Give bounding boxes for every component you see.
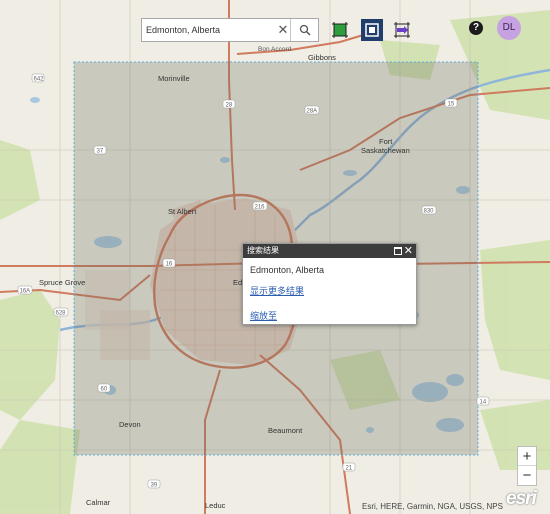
place-label-fort: Fort: [379, 137, 393, 146]
place-label-beaumont: Beaumont: [268, 426, 303, 435]
place-label-morinville: Morinville: [158, 74, 190, 83]
place-label-gibbons: Gibbons: [308, 53, 336, 62]
search-icon: [299, 24, 311, 36]
select-tool-button[interactable]: [331, 21, 349, 39]
place-label-bon-accord: Bon Accord: [258, 46, 292, 53]
place-label-saskatchewan: Saskatchewan: [361, 146, 410, 155]
zoom-to-link[interactable]: 缩放至: [250, 309, 277, 322]
move-tool-button[interactable]: [393, 21, 411, 39]
place-label-leduc: Leduc: [205, 501, 226, 510]
zoom-out-button[interactable]: −: [518, 466, 536, 485]
shield-28a: 28A: [307, 109, 318, 115]
maximize-icon[interactable]: [394, 247, 402, 255]
search-result-popup: 搜索结果 ✕ Edmonton, Alberta 显示更多结果 缩放至: [242, 243, 417, 325]
user-avatar[interactable]: DL: [497, 16, 521, 40]
move-tool-icon: [394, 22, 410, 38]
map-attribution: Esri, HERE, Garmin, NGA, USGS, NPS: [362, 502, 503, 511]
help-button[interactable]: ?: [469, 21, 483, 35]
shield-16a: 16A: [20, 289, 31, 295]
esri-logo: esri: [506, 488, 537, 509]
close-icon[interactable]: ✕: [404, 244, 413, 258]
shield-830: 830: [424, 209, 435, 215]
popup-header-title: 搜索结果: [247, 246, 279, 255]
shield-642: 642: [34, 77, 45, 83]
shield-16: 16: [166, 262, 173, 268]
search-button[interactable]: [290, 19, 318, 41]
place-label-st-albert: St Albert: [168, 207, 197, 216]
select-tool-icon: [332, 22, 348, 38]
shield-60: 60: [101, 387, 108, 393]
extent-select-tool-button[interactable]: [361, 19, 383, 41]
zoom-in-button[interactable]: +: [518, 447, 536, 466]
shield-21: 21: [346, 466, 353, 472]
shield-14: 14: [480, 400, 487, 406]
place-label-spruce-grove: Spruce Grove: [39, 278, 85, 287]
popup-result-title: Edmonton, Alberta: [250, 265, 325, 275]
zoom-control: + −: [517, 446, 537, 486]
search-widget: ✕: [141, 18, 319, 42]
shield-216: 216: [255, 205, 266, 211]
show-more-results-link[interactable]: 显示更多结果: [250, 284, 304, 297]
place-label-calmar: Calmar: [86, 498, 111, 507]
shield-15: 15: [448, 102, 455, 108]
popup-header: 搜索结果 ✕: [243, 244, 416, 258]
shield-628: 628: [56, 311, 67, 317]
shield-37: 37: [97, 149, 104, 155]
extent-select-tool-icon: [361, 19, 383, 41]
place-label-devon: Devon: [119, 420, 141, 429]
clear-search-button[interactable]: ✕: [276, 19, 290, 41]
shield-39: 39: [151, 483, 158, 489]
search-input[interactable]: [142, 20, 276, 40]
shield-28: 28: [226, 103, 233, 109]
